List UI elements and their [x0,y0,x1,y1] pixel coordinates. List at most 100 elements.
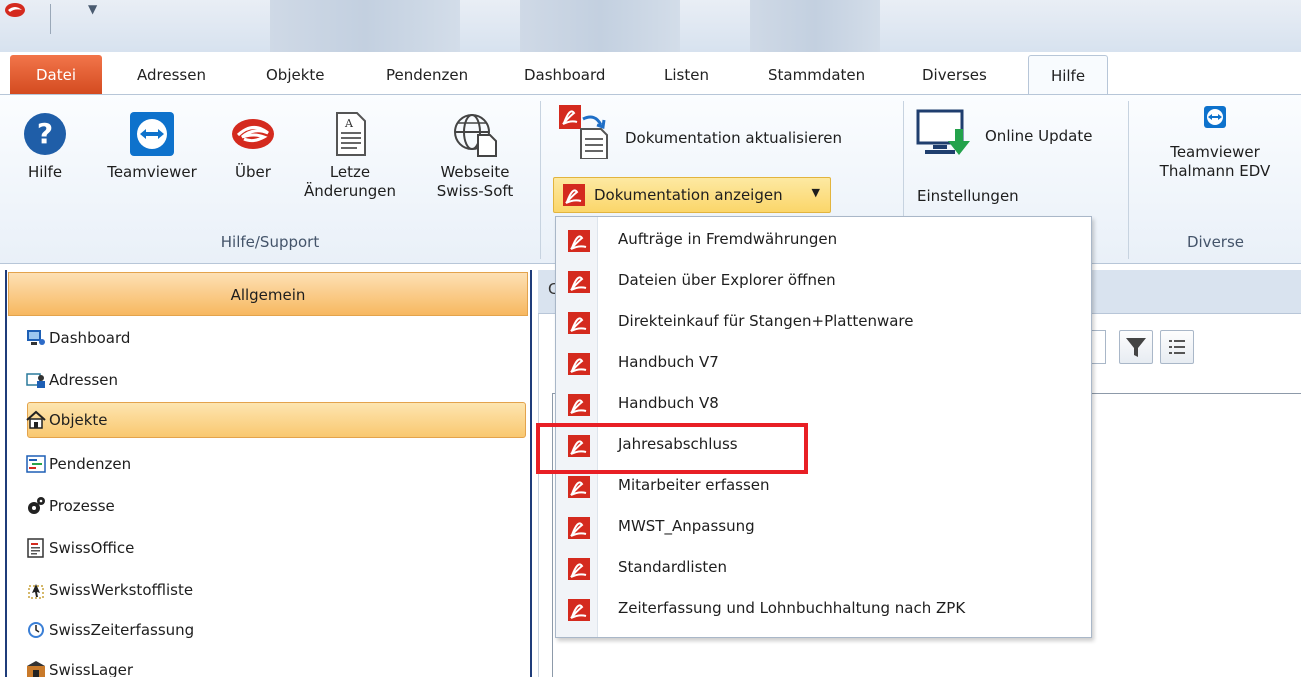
menu-item-label: Zeiterfassung und Lohnbuchhaltung nach Z… [618,599,966,617]
address-card-icon [26,373,45,388]
nav-header-allgemein[interactable]: Allgemein [8,272,528,316]
einstellungen-button[interactable]: Einstellungen [917,187,1019,206]
question-circle-icon: ? [24,113,66,155]
dashboard-icon [27,330,45,345]
nav-item-adressen[interactable]: Adressen [26,362,118,398]
hilfe-label: Hilfe [27,163,63,181]
nav-item-swisslager[interactable]: SwissLager [26,652,133,677]
chevron-down-icon[interactable]: ▼ [812,186,820,199]
house-icon [26,410,46,429]
group-label-hilfe-support: Hilfe/Support [220,233,320,251]
nav-item-label: SwissZeiterfassung [49,621,195,639]
pdf-icon [563,184,585,206]
ribbon-tabs: Datei Adressen Objekte Pendenzen Dashboa… [0,55,1301,97]
nav-item-label: Pendenzen [49,455,132,473]
quick-access-separator [50,4,51,34]
monitor-download-icon [916,109,970,155]
hilfe-button[interactable]: ? Hilfe [18,111,72,182]
nav-item-swisszeiterfassung[interactable]: SwissZeiterfassung [26,612,194,648]
pdf-refresh-icon [559,105,608,159]
menu-item-label: Aufträge in Fremdwährungen [618,230,838,248]
material-list-icon [28,584,44,599]
letzte-label-2: Änderungen [304,182,396,200]
tab-objekte[interactable]: Objekte [254,55,337,95]
clock-icon [28,622,44,638]
pdf-icon [568,271,590,293]
filter-icon [1126,338,1146,357]
pdf-icon [568,230,590,252]
teamviewer-label: Teamviewer [107,163,197,181]
teamviewer-button[interactable]: Teamviewer [98,111,206,182]
tab-diverses[interactable]: Diverses [910,55,999,95]
nav-item-label: Dashboard [49,329,131,347]
pdf-icon [568,312,590,334]
nav-item-label: Adressen [49,371,118,389]
menu-item-label: Mitarbeiter erfassen [618,476,770,494]
title-blur [750,0,880,52]
menu-item-label: Direkteinkauf für Stangen+Plattenware [618,312,914,330]
tab-adressen[interactable]: Adressen [125,55,218,95]
warehouse-icon [27,661,45,677]
svg-text:A: A [344,117,354,130]
menu-item[interactable]: Aufträge in Fremdwährungen [556,220,1091,261]
ueber-button[interactable]: Über [228,111,278,182]
title-bar: ▼ [0,0,1301,52]
menu-item-label: Handbuch V8 [618,394,719,412]
menu-item[interactable]: Handbuch V7 [556,343,1091,384]
gears-icon [28,497,45,514]
webseite-label-2: Swiss-Soft [436,182,514,200]
nav-item-label: SwissWerkstoffliste [49,581,194,599]
group-separator [540,101,541,259]
swissoffice-icon [27,538,44,558]
menu-item[interactable]: Dateien über Explorer öffnen [556,261,1091,302]
menu-item-label: Dateien über Explorer öffnen [618,271,836,289]
nav-item-objekte[interactable]: Objekte [26,402,108,438]
nav-item-prozesse[interactable]: Prozesse [26,488,115,524]
dokumentation-aktualisieren-button[interactable]: Dokumentation aktualisieren [555,103,895,167]
teamviewer-icon [1204,106,1226,128]
group-label-diverse: Diverse [1186,233,1245,251]
group-separator [1128,101,1129,259]
teamviewer-thalmann-label-1: Teamviewer [1170,143,1260,161]
tab-datei[interactable]: Datei [10,55,102,95]
pdf-icon [568,394,590,416]
tab-pendenzen[interactable]: Pendenzen [374,55,480,95]
teamviewer-thalmann-button[interactable]: Teamviewer Thalmann EDV [1140,105,1290,181]
menu-item[interactable]: Handbuch V8 [556,384,1091,425]
dokumentation-anzeigen-label: Dokumentation anzeigen [594,186,783,204]
tab-stammdaten[interactable]: Stammdaten [756,55,877,95]
nav-item-swisswerkstoffliste[interactable]: SwissWerkstoffliste [26,572,193,608]
webseite-button[interactable]: Webseite Swiss-Soft [420,111,530,201]
nav-item-dashboard[interactable]: Dashboard [26,320,130,356]
pdf-icon [568,558,590,580]
title-blur [520,0,680,52]
menu-item[interactable]: Standardlisten [556,548,1091,589]
online-update-label: Online Update [985,127,1093,145]
ueber-label: Über [235,163,271,181]
svg-text:?: ? [37,117,53,150]
tab-dashboard[interactable]: Dashboard [512,55,617,95]
pdf-icon [568,599,590,621]
nav-item-swissoffice[interactable]: SwissOffice [26,530,134,566]
menu-item[interactable]: MWST_Anpassung [556,507,1091,548]
online-update-button[interactable]: Online Update [915,105,1125,165]
quick-access-dropdown-icon[interactable]: ▼ [88,2,97,16]
webseite-label-1: Webseite [440,163,510,181]
tab-hilfe[interactable]: Hilfe [1028,55,1108,97]
filter-button[interactable] [1119,330,1153,364]
app-logo-icon[interactable] [4,2,26,18]
list-view-button[interactable] [1160,330,1194,364]
pdf-icon [568,517,590,539]
teamviewer-thalmann-label-2: Thalmann EDV [1159,162,1271,180]
menu-item[interactable]: Direkteinkauf für Stangen+Plattenware [556,302,1091,343]
globe-document-icon [454,114,497,157]
title-blur [270,0,460,52]
list-icon [1169,340,1185,354]
document-icon: A [336,112,366,156]
task-list-icon [26,455,46,473]
nav-item-pendenzen[interactable]: Pendenzen [26,446,131,482]
tab-listen[interactable]: Listen [652,55,721,95]
menu-item[interactable]: Zeiterfassung und Lohnbuchhaltung nach Z… [556,589,1091,630]
letzte-aenderungen-button[interactable]: A Letze Änderungen [300,111,400,201]
dokumentation-anzeigen-button[interactable]: Dokumentation anzeigen ▼ [553,177,831,213]
